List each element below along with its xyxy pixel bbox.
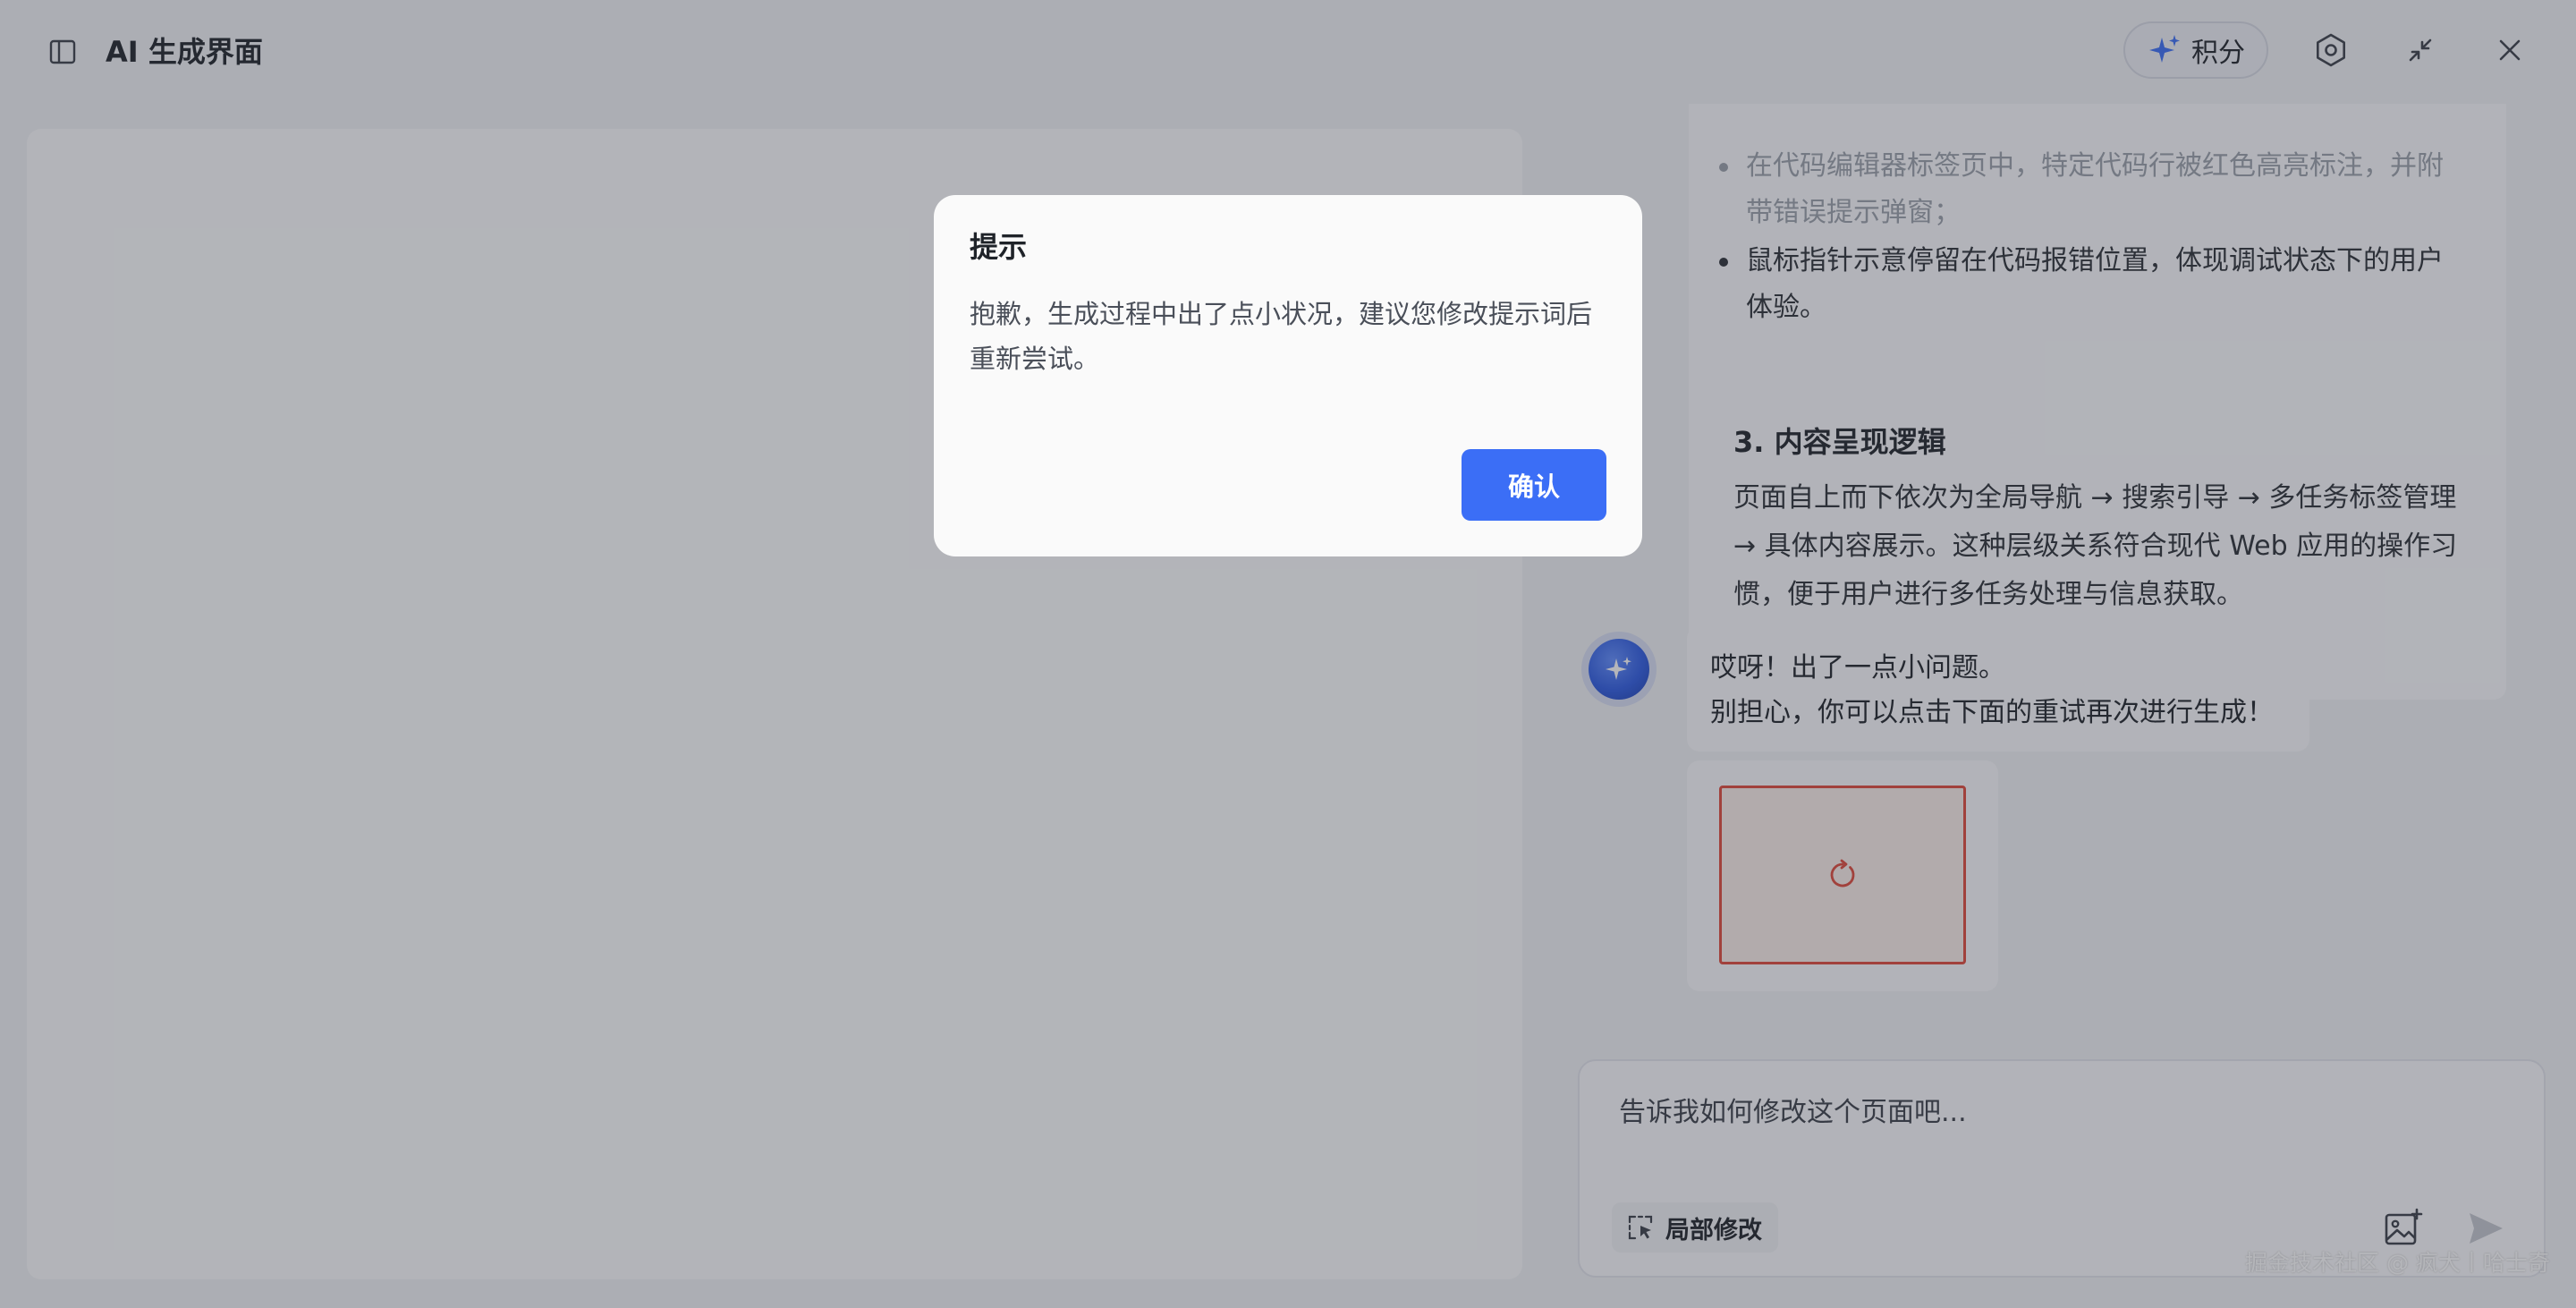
dialog-message: 抱歉，生成过程中出了点小状况，建议您修改提示词后重新尝试。 [970, 299, 1593, 374]
dialog-title: 提示 [970, 230, 1028, 264]
confirm-button[interactable]: 确认 [1462, 449, 1606, 521]
alert-dialog: 提示 抱歉，生成过程中出了点小状况，建议您修改提示词后重新尝试。 确认 [934, 195, 1642, 556]
